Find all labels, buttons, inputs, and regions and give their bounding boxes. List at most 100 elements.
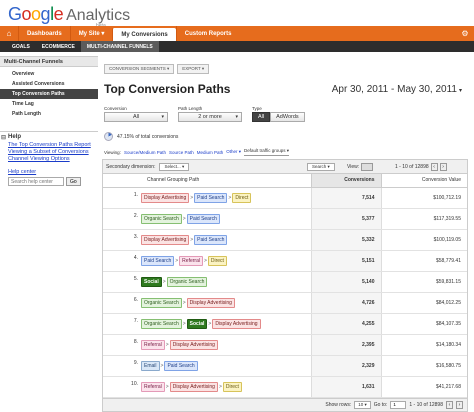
conversion-value-cell: $16,580.75 xyxy=(381,355,467,377)
next-page-icon[interactable]: › xyxy=(439,163,447,171)
sidebar-item-overview[interactable]: Overview xyxy=(0,69,98,79)
table-row[interactable]: 8. Referral > Display Advertising 2,395 $14,1… xyxy=(103,334,467,356)
path-length-label: Path Length xyxy=(178,106,203,111)
footer-page-info: 1 - 10 of 12898 xyxy=(409,401,443,408)
channel-chip-display: Display Advertising xyxy=(212,318,261,329)
arrow-separator: > xyxy=(182,320,186,327)
sidebar-item-path-length[interactable]: Path Length xyxy=(0,109,98,119)
table-row[interactable]: 6. Organic Search > Display Advertising 4,72… xyxy=(103,292,467,314)
conversions-cell: 5,377 xyxy=(310,208,382,230)
help-link-report[interactable]: The Top Conversion Paths Report xyxy=(0,142,98,149)
search-button[interactable]: Search ▾ xyxy=(307,163,335,171)
arrow-separator: > xyxy=(182,215,186,222)
conversion-value: All xyxy=(132,114,140,120)
type-all-button[interactable]: All xyxy=(252,112,271,122)
table-row[interactable]: 1. Display Advertising > Paid Search > Direct… xyxy=(103,187,467,209)
table-row[interactable]: 2. Organic Search > Paid Search 5,377 $117,31… xyxy=(103,208,467,230)
viewing-other[interactable]: Other ▾ xyxy=(226,149,241,155)
arrow-separator: > xyxy=(190,194,194,201)
viewing-source-path[interactable]: Source Path xyxy=(169,150,194,155)
sidebar-item-time-lag[interactable]: Time Lag xyxy=(0,99,98,109)
logo-google: Google xyxy=(8,4,64,24)
tab-custom-reports[interactable]: Custom Reports xyxy=(175,26,240,41)
conversion-value-cell: $58,779.41 xyxy=(381,250,467,272)
column-header-conversions[interactable]: Conversions xyxy=(310,174,382,188)
help-search-input[interactable] xyxy=(8,177,64,186)
help-header[interactable]: ⊟ Help xyxy=(0,131,98,142)
row-number: 4. xyxy=(103,250,141,272)
tab-dashboards[interactable]: Dashboards xyxy=(18,26,70,41)
help-go-button[interactable]: Go xyxy=(66,177,81,186)
conversion-value-cell: $117,319.55 xyxy=(381,208,467,230)
channel-path: Organic Search > Display Advertising xyxy=(141,297,291,308)
gear-icon[interactable]: ⚙ xyxy=(456,26,474,41)
viewing-medium-path[interactable]: Medium Path xyxy=(197,150,224,155)
help-link-subset[interactable]: Viewing a Subset of Conversions xyxy=(0,149,98,156)
type-adwords-button[interactable]: AdWords xyxy=(270,112,305,122)
channel-chip-organic: Organic Search xyxy=(141,318,182,329)
column-header-value[interactable]: Conversion Value xyxy=(381,174,467,188)
path-length-select[interactable]: 2 or more ▾ xyxy=(178,112,242,122)
row-number: 5. xyxy=(103,271,141,293)
channel-chip-referral: Referral xyxy=(179,255,203,266)
channel-path: Display Advertising > Paid Search xyxy=(141,234,291,245)
table-row[interactable]: 3. Display Advertising > Paid Search 5,332 $1… xyxy=(103,229,467,251)
conversion-value-cell: $14,180.34 xyxy=(381,334,467,356)
table-row[interactable]: 10. Referral > Display Advertising > Direct 1,… xyxy=(103,376,467,398)
logo-analytics: Analytics xyxy=(66,7,131,24)
subnav-ecommerce[interactable]: ECOMMERCE xyxy=(36,41,81,52)
page-title: Top Conversion Paths xyxy=(104,82,231,96)
sidebar-item-assisted-conversions[interactable]: Assisted Conversions xyxy=(0,79,98,89)
table-row[interactable]: 7. Organic Search > Social > Display Advertis… xyxy=(103,313,467,335)
chevron-down-icon: ▾ xyxy=(161,114,164,120)
help-center-link[interactable]: Help center xyxy=(0,169,98,175)
conversions-cell: 5,140 xyxy=(310,271,382,293)
table-row[interactable]: 4. Paid Search > Referral > Direct 5,151 $58,77… xyxy=(103,250,467,272)
channel-chip-email: Email xyxy=(141,360,160,371)
conversions-cell: 4,255 xyxy=(310,313,382,335)
column-header-path[interactable]: Channel Grouping Path xyxy=(103,174,311,188)
channel-path: Email > Paid Search xyxy=(141,360,291,371)
home-icon[interactable]: ⌂ xyxy=(0,26,18,41)
row-number: 10. xyxy=(103,376,141,398)
arrow-separator: > xyxy=(190,236,194,243)
main-content: CONVERSION SEGMENTS ▾ EXPORT ▾ Top Conve… xyxy=(100,56,470,412)
conversion-select[interactable]: All ▾ xyxy=(104,112,168,122)
goto-label: Go to: xyxy=(373,401,388,408)
pie-icon xyxy=(104,132,113,141)
secondary-dimension-select[interactable]: Select... ▾ xyxy=(159,162,190,171)
conversions-cell: 4,726 xyxy=(310,292,382,314)
subnav-goals[interactable]: GOALS xyxy=(6,41,36,52)
tab-my-site[interactable]: My Site ▾ xyxy=(69,26,113,41)
table-row[interactable]: 5. Social > Organic Search 5,140 $59,831.15 xyxy=(103,271,467,293)
channel-path: Organic Search > Social > Display Advertisin… xyxy=(141,318,291,329)
prev-page-icon[interactable]: ‹ xyxy=(446,400,453,409)
sidebar-item-top-conversion-paths[interactable]: Top Conversion Paths xyxy=(0,89,98,99)
show-rows-select[interactable]: 10 ▾ xyxy=(354,400,371,409)
arrow-separator: > xyxy=(165,383,169,390)
chevron-down-icon: ▾ xyxy=(235,114,238,120)
subnav-multi-channel-funnels[interactable]: MULTI-CHANNEL FUNNELS xyxy=(80,41,159,52)
export-button[interactable]: EXPORT ▾ xyxy=(177,64,210,74)
help-title: Help xyxy=(8,134,22,140)
table-row[interactable]: 9. Email > Paid Search 2,329 $16,580.75 xyxy=(103,355,467,377)
conversion-value-cell: $100,712.19 xyxy=(381,187,467,209)
viewing-default-traffic-groups[interactable]: Default traffic groups ▾ xyxy=(244,148,289,156)
collapse-icon[interactable]: ⊟ xyxy=(1,134,6,141)
next-page-icon[interactable]: › xyxy=(456,400,463,409)
channel-path: Social > Organic Search xyxy=(141,276,291,287)
channel-chip-display: Display Advertising xyxy=(141,192,190,203)
date-range-picker[interactable]: Apr 30, 2011 - May 30, 2011 ▾ xyxy=(332,84,462,95)
conversion-segments-button[interactable]: CONVERSION SEGMENTS ▾ xyxy=(104,64,175,74)
prev-page-icon[interactable]: ‹ xyxy=(430,163,438,171)
paths-table: Secondary dimension: Select... ▾ Search … xyxy=(102,159,468,412)
viewing-source-medium-path[interactable]: Source/Medium Path xyxy=(124,150,166,155)
conversion-label: Conversion xyxy=(104,106,127,111)
help-link-channel-viewing[interactable]: Channel Viewing Options xyxy=(0,156,98,163)
channel-chip-direct: Direct xyxy=(222,381,242,392)
tab-my-conversions[interactable]: My Conversions xyxy=(112,28,176,41)
goto-input[interactable] xyxy=(390,400,407,409)
table-view-icon[interactable] xyxy=(361,163,374,171)
row-number: 1. xyxy=(103,187,141,209)
conversions-cell: 2,329 xyxy=(310,355,382,377)
